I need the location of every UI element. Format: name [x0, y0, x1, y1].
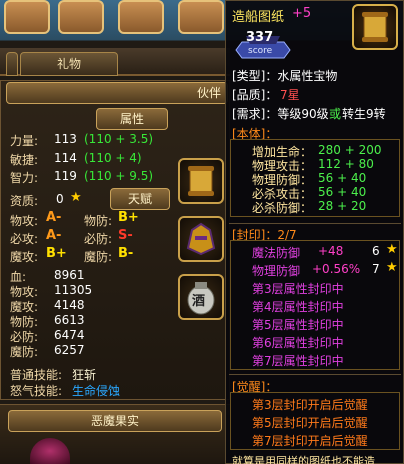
- grade-matk: B+: [46, 246, 67, 261]
- sealed-line-6: 第6层属性封印中: [252, 336, 344, 350]
- scroll-icon: [188, 166, 214, 196]
- awaken-line-5: 第5层封印开启后觉醒: [252, 416, 368, 430]
- grade-label-matk: 魔攻:: [10, 250, 39, 264]
- type-line: [类型]：水属性宝物: [232, 69, 338, 83]
- awaken-line-7: 第7层封印开启后觉醒: [252, 434, 368, 448]
- grade-mdef: B-: [118, 246, 134, 261]
- base-stat-value-hp: 280 + 200: [318, 143, 382, 157]
- wine-label: 酒: [192, 294, 206, 309]
- attributes-tab[interactable]: 属性: [96, 108, 168, 130]
- seal-value-mdef: +48: [318, 244, 344, 258]
- equip-slot-scroll[interactable]: [178, 158, 224, 204]
- tab-left-edge[interactable]: [6, 52, 18, 76]
- item-title: 造船图纸: [232, 10, 285, 25]
- star-icon: ★: [386, 242, 398, 257]
- seal-value-pdef: +0.56%: [312, 262, 361, 276]
- equip-slot-wine[interactable]: 酒: [178, 274, 224, 320]
- score-label: score: [248, 46, 273, 56]
- grade-label-cdef: 必防:: [84, 232, 113, 246]
- grade-label-catk: 必攻:: [10, 232, 39, 246]
- grade-pdef: B+: [118, 210, 139, 225]
- base-stat-value-patk: 112 + 80: [318, 157, 374, 171]
- talent-tab[interactable]: 天赋: [110, 188, 170, 210]
- normal-skill-label: 普通技能:: [10, 368, 63, 382]
- base-stat-label-cdef: 必杀防御：: [252, 201, 313, 215]
- divider: [229, 374, 401, 375]
- menu-button-3[interactable]: [118, 0, 164, 34]
- normal-skill-value[interactable]: 狂斩: [72, 366, 96, 383]
- grade-catk: A-: [46, 228, 62, 243]
- awaken-line-3: 第3层封印开启后觉醒: [252, 398, 368, 412]
- base-stat-value-pdef: 56 + 40: [318, 171, 367, 185]
- aptitude-value: 0: [56, 192, 64, 206]
- combat-value-matk: 4148: [54, 298, 85, 312]
- seal-stars-pdef: 7: [372, 262, 380, 276]
- equip-slot-helmet[interactable]: [178, 216, 224, 262]
- tab-gift[interactable]: 礼物: [20, 52, 118, 76]
- partner-header[interactable]: 伙伴: [6, 82, 228, 104]
- devil-fruit-header[interactable]: 恶魔果实: [8, 410, 222, 432]
- combat-value-cdef: 6474: [54, 328, 85, 342]
- require-tail: 转生9转: [342, 107, 386, 121]
- grade-label-pdef: 物防:: [84, 214, 113, 228]
- stat-value-intellect: 119: [54, 169, 77, 183]
- sealed-line-3: 第3层属性封印中: [252, 282, 344, 296]
- combat-value-patk: 11305: [54, 283, 93, 297]
- stat-bonus-intellect: (110 + 9.5): [84, 169, 154, 183]
- helmet-icon: [186, 222, 216, 256]
- grade-label-mdef: 魔防:: [84, 250, 113, 264]
- divider: [229, 223, 401, 224]
- stat-bonus-agility: (110 + 4): [84, 151, 142, 165]
- star-icon: ★: [386, 260, 398, 275]
- stat-label-agility: 敏捷:: [10, 153, 39, 167]
- aptitude-star-icon: ★: [70, 190, 82, 205]
- grade-cdef: S-: [118, 228, 133, 243]
- item-description: 就算是用同样的图纸也不能造: [232, 455, 375, 464]
- base-stat-value-cdef: 28 + 20: [318, 199, 367, 213]
- grade-label-patk: 物攻:: [10, 214, 39, 228]
- stat-value-agility: 114: [54, 151, 77, 165]
- combat-label-mdef: 魔防:: [10, 345, 39, 359]
- menu-button-4[interactable]: [178, 0, 224, 34]
- seal-stars-mdef: 6: [372, 244, 380, 258]
- combat-value-pdef: 6613: [54, 313, 85, 327]
- stat-label-intellect: 智力:: [10, 171, 39, 185]
- item-icon: [352, 4, 398, 50]
- require-label: [需求]：等级90级: [232, 107, 329, 121]
- stat-bonus-strength: (110 + 3.5): [84, 132, 154, 146]
- seal-label-mdef: 魔法防御: [252, 246, 301, 260]
- quality-label: [品质]：: [232, 88, 278, 102]
- require-or: 或: [329, 107, 342, 121]
- aptitude-label: 资质:: [10, 194, 39, 208]
- grade-patk: A-: [46, 210, 62, 225]
- quality-value: 7星: [280, 88, 300, 102]
- sealed-line-4: 第4层属性封印中: [252, 300, 344, 314]
- menu-button-2[interactable]: [58, 0, 104, 34]
- stat-label-strength: 力量:: [10, 134, 39, 148]
- sealed-line-5: 第5层属性封印中: [252, 318, 344, 332]
- base-stat-value-catk: 56 + 40: [318, 185, 367, 199]
- sealed-line-7: 第7层属性封印中: [252, 354, 344, 368]
- stat-value-strength: 113: [54, 132, 77, 146]
- score-badge: 337 score: [232, 24, 292, 60]
- rage-skill-value[interactable]: 生命侵蚀: [72, 382, 120, 399]
- score-value: 337: [246, 30, 274, 45]
- scroll-icon: [362, 12, 388, 42]
- combat-value-hp: 8961: [54, 268, 85, 282]
- item-plus: +5: [292, 6, 312, 21]
- combat-value-mdef: 6257: [54, 343, 85, 357]
- rage-skill-label: 怒气技能:: [10, 384, 63, 398]
- seal-label-pdef: 物理防御: [252, 264, 301, 278]
- menu-button-1[interactable]: [4, 0, 50, 34]
